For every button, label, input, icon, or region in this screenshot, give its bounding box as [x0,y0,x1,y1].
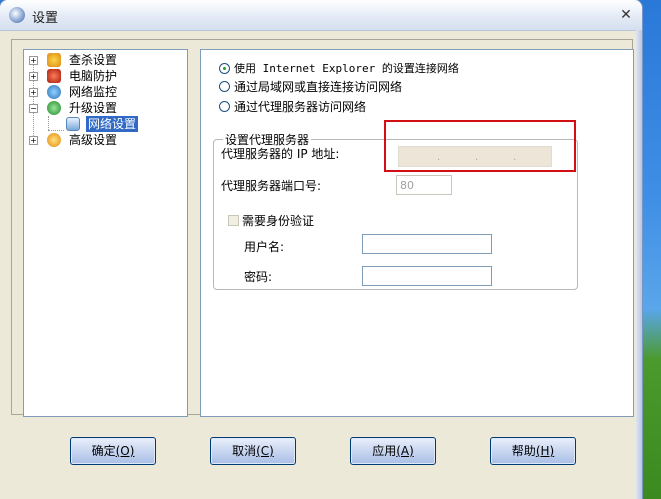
proxy-ip-label: 代理服务器的 IP 地址: [221,147,340,161]
tree-line [48,130,64,131]
button-shortcut: (A) [396,444,414,458]
tree-item-label: 网络设置 [86,116,139,132]
gear-icon [47,133,61,147]
tree-item-label: 电脑防护 [69,69,118,83]
settings-tree[interactable]: + 查杀设置 + 电脑防护 + 网络监控 − 升级设置 网络设置 + 高级设置 [23,49,188,417]
radio-button[interactable] [219,81,230,92]
ip-highlight-box [384,120,576,172]
expand-icon[interactable]: + [29,72,38,81]
button-shortcut: (C) [256,444,274,458]
network-settings-icon [66,117,80,131]
button-shortcut: (O) [115,444,135,458]
network-settings-panel: 使用 Internet Explorer 的设置连接网络 通过局域网或直接连接访… [200,49,634,417]
button-label: 确定 [91,444,116,458]
radio-button[interactable] [219,63,230,74]
username-label: 用户名: [244,240,285,254]
ok-button[interactable]: 确定(O) [70,437,156,465]
password-input[interactable] [362,266,492,286]
button-label: 应用 [372,444,397,458]
window-frame-right [636,30,642,499]
title-bar[interactable]: 设置 ✕ [0,0,642,31]
expand-icon[interactable]: + [29,56,38,65]
tree-item-label: 查杀设置 [69,53,118,67]
collapse-icon[interactable]: − [29,104,38,113]
network-globe-icon [47,85,61,99]
cancel-button[interactable]: 取消(C) [210,437,296,465]
proxy-port-input[interactable]: 80 [396,175,452,195]
proxy-port-label: 代理服务器端口号: [221,179,322,193]
radio-button[interactable] [219,101,230,112]
scan-icon [47,53,61,67]
shield-magnet-icon [47,69,61,83]
button-shortcut: (H) [535,444,555,458]
tree-item-label: 网络监控 [69,85,118,99]
content-panel: + 查杀设置 + 电脑防护 + 网络监控 − 升级设置 网络设置 + 高级设置 … [11,39,634,417]
radio-label: 通过代理服务器访问网络 [234,100,367,114]
radio-label: 通过局域网或直接连接访问网络 [234,80,403,94]
app-icon [9,7,25,23]
expand-icon[interactable]: + [29,88,38,97]
tree-item-label: 高级设置 [69,133,118,147]
auth-checkbox[interactable] [228,215,239,226]
update-icon [47,101,61,115]
radio-label: 使用 Internet Explorer 的设置连接网络 [234,62,459,75]
close-button[interactable]: ✕ [617,6,635,24]
window-title: 设置 [32,11,59,26]
tree-item-label: 升级设置 [69,101,118,115]
username-input[interactable] [362,234,492,254]
expand-icon[interactable]: + [29,136,38,145]
help-button[interactable]: 帮助(H) [490,437,576,465]
button-label: 帮助 [511,444,536,458]
settings-dialog: 设置 ✕ + 查杀设置 + 电脑防护 + 网络监控 − 升级设置 网络设置 + … [0,0,642,499]
dialog-client-area: + 查杀设置 + 电脑防护 + 网络监控 − 升级设置 网络设置 + 高级设置 … [5,31,636,499]
auth-checkbox-label: 需要身份验证 [242,214,315,228]
apply-button[interactable]: 应用(A) [350,437,436,465]
password-label: 密码: [244,270,273,284]
tree-line [48,116,49,130]
button-label: 取消 [232,444,257,458]
